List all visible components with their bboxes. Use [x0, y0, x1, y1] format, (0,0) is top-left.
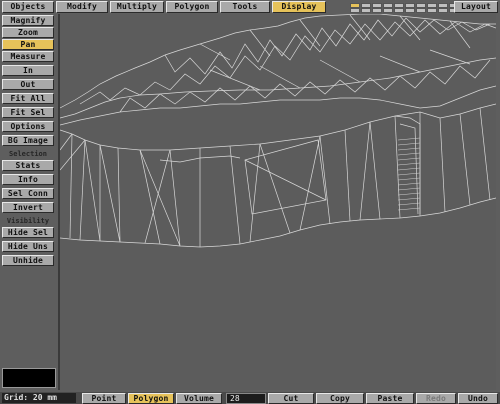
wireframe-viewport[interactable]: [60, 14, 496, 390]
grid-size-label: Grid: 20 mm: [2, 393, 76, 403]
tab-tools[interactable]: Tools: [220, 1, 270, 13]
layer-button[interactable]: [427, 8, 437, 13]
zoom-button[interactable]: Zoom: [2, 27, 54, 38]
out-button[interactable]: Out: [2, 79, 54, 90]
layer-button[interactable]: [350, 8, 360, 13]
copy-button[interactable]: Copy: [316, 393, 364, 404]
layer-button[interactable]: [394, 8, 404, 13]
wireframe-model: [60, 14, 496, 248]
mode-point-button[interactable]: Point: [82, 393, 126, 404]
paste-button[interactable]: Paste: [366, 393, 414, 404]
invert-button[interactable]: Invert: [2, 202, 54, 213]
pan-button[interactable]: Pan: [2, 39, 54, 50]
count-field[interactable]: 28: [226, 393, 266, 404]
hide-sel-button[interactable]: Hide Sel: [2, 227, 54, 238]
mode-volume-button[interactable]: Volume: [176, 393, 222, 404]
layer-button[interactable]: [438, 8, 448, 13]
unhide-button[interactable]: Unhide: [2, 255, 54, 266]
visibility-section-title: Visibility: [6, 217, 50, 225]
fit-sel-button[interactable]: Fit Sel: [2, 107, 54, 118]
tab-modify[interactable]: Modify: [56, 1, 108, 13]
tab-objects[interactable]: Objects: [2, 1, 54, 13]
layer-button[interactable]: [416, 8, 426, 13]
in-button[interactable]: In: [2, 65, 54, 76]
layer-button[interactable]: [372, 8, 382, 13]
undo-button[interactable]: Undo: [458, 393, 498, 404]
layout-button[interactable]: Layout: [454, 1, 498, 13]
tab-display[interactable]: Display: [272, 1, 326, 13]
layer-button[interactable]: [405, 8, 415, 13]
layer-button[interactable]: [383, 8, 393, 13]
tab-polygon[interactable]: Polygon: [166, 1, 218, 13]
stats-button[interactable]: Stats: [2, 160, 54, 171]
cut-button[interactable]: Cut: [268, 393, 314, 404]
magnify-button[interactable]: Magnify: [2, 15, 54, 26]
tab-multiply[interactable]: Multiply: [110, 1, 164, 13]
bg-image-button[interactable]: BG Image: [2, 135, 54, 146]
fit-all-button[interactable]: Fit All: [2, 93, 54, 104]
info-button[interactable]: Info: [2, 174, 54, 185]
preview-box: [2, 368, 56, 388]
measure-button[interactable]: Measure: [2, 51, 54, 62]
options-button[interactable]: Options: [2, 121, 54, 132]
redo-button[interactable]: Redo: [416, 393, 456, 404]
selection-section-title: Selection: [9, 150, 47, 158]
mode-polygon-button[interactable]: Polygon: [128, 393, 174, 404]
layer-button[interactable]: [361, 8, 371, 13]
sel-conn-button[interactable]: Sel Conn: [2, 188, 54, 199]
hide-uns-button[interactable]: Hide Uns: [2, 241, 54, 252]
